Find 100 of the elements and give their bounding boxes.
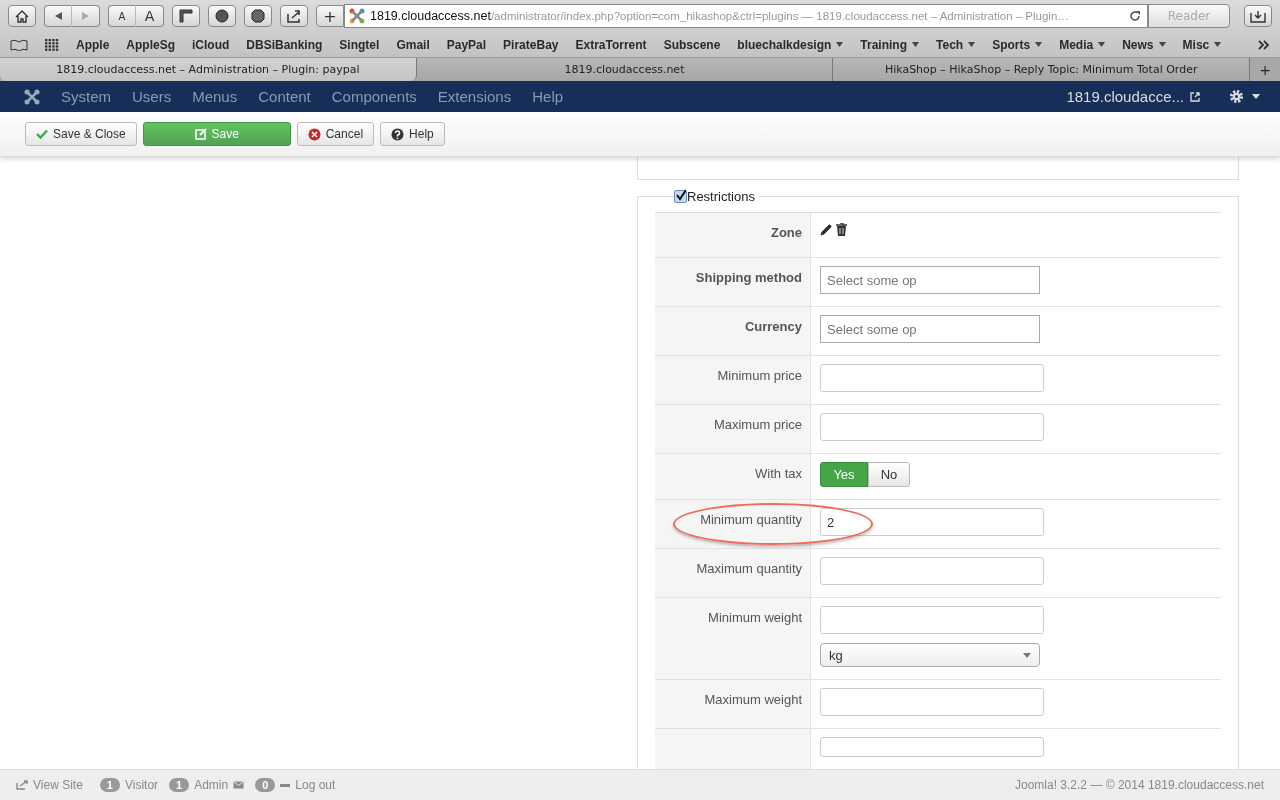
text-bigger-button[interactable]: A bbox=[136, 5, 164, 27]
hand-button[interactable] bbox=[244, 5, 272, 27]
field-label: Maximum weight bbox=[704, 692, 802, 707]
sidebar-button[interactable] bbox=[172, 5, 200, 27]
caret-icon bbox=[1035, 42, 1043, 47]
circle-button[interactable] bbox=[208, 5, 236, 27]
version-text: Joomla! 3.2.2 — © 2014 1819.cloudaccess.net bbox=[1015, 778, 1264, 792]
unit-dropdown[interactable]: kg bbox=[820, 643, 1040, 667]
external-link-icon bbox=[1190, 91, 1200, 102]
input-field[interactable] bbox=[820, 606, 1044, 634]
bookmark-item[interactable]: AppleSg bbox=[126, 37, 175, 52]
toggle-option[interactable]: No bbox=[868, 462, 910, 487]
back-icon bbox=[53, 11, 63, 21]
bookmark-item[interactable]: Media bbox=[1059, 37, 1106, 52]
home-icon bbox=[15, 9, 29, 23]
menu-item[interactable]: Components bbox=[331, 88, 417, 105]
menu-item[interactable]: Help bbox=[532, 88, 564, 105]
bookmark-item[interactable]: PayPal bbox=[446, 37, 487, 52]
bookmark-item[interactable]: DBSiBanking bbox=[246, 37, 323, 52]
help-button[interactable]: Help bbox=[380, 122, 445, 146]
browser-tab[interactable]: 1819.cloudaccess.net – Administration – Plugin: paypal bbox=[0, 58, 417, 81]
caret-icon bbox=[1214, 42, 1222, 47]
count-badge: 1 bbox=[169, 778, 190, 792]
bookmark-item[interactable]: Tech bbox=[936, 37, 976, 52]
bookmark-item[interactable]: Training bbox=[860, 37, 920, 52]
book-icon[interactable] bbox=[10, 38, 28, 51]
reload-icon[interactable] bbox=[1129, 10, 1141, 22]
bookmark-item[interactable]: iCloud bbox=[192, 37, 230, 52]
fieldset-legend: Restrictions bbox=[687, 189, 755, 204]
bookmark-item[interactable]: ExtraTorrent bbox=[575, 37, 647, 52]
downloads-button[interactable] bbox=[1244, 5, 1272, 27]
bookmark-item[interactable]: Singtel bbox=[339, 37, 380, 52]
menu-item[interactable]: Extensions bbox=[437, 88, 512, 105]
menu-item[interactable]: Menus bbox=[192, 88, 238, 105]
share-button[interactable] bbox=[280, 5, 308, 27]
field-label: Maximum price bbox=[713, 417, 802, 432]
input-field[interactable] bbox=[820, 413, 1044, 441]
site-link[interactable]: 1819.cloudacce... bbox=[1066, 88, 1184, 105]
field-label: Minimum weight bbox=[708, 610, 802, 625]
field-label: Maximum quantity bbox=[696, 561, 802, 576]
caret-icon[interactable] bbox=[1252, 94, 1260, 99]
field-label: With tax bbox=[755, 466, 802, 481]
select-field[interactable]: Select some op bbox=[820, 315, 1040, 343]
menu-item[interactable]: Users bbox=[132, 88, 172, 105]
forward-icon bbox=[81, 11, 90, 21]
pencil-icon[interactable] bbox=[820, 223, 833, 236]
bookmark-item[interactable]: Apple bbox=[76, 37, 110, 52]
bookmark-item[interactable]: Misc bbox=[1182, 37, 1222, 52]
input-field[interactable] bbox=[820, 557, 1044, 585]
add-bookmark-button[interactable]: + bbox=[316, 5, 344, 27]
menu-item[interactable]: System bbox=[61, 88, 111, 105]
menu-item[interactable]: Content bbox=[258, 88, 311, 105]
joomla-icon[interactable] bbox=[24, 88, 40, 105]
visitor-label: Visitor bbox=[124, 778, 159, 792]
bookmark-item[interactable]: Sports bbox=[992, 37, 1043, 52]
browser-tab[interactable]: HikaShop – HikaShop – Reply Topic: Minimum Total Order bbox=[833, 58, 1250, 81]
forward-button[interactable] bbox=[72, 5, 100, 27]
trash-icon[interactable] bbox=[836, 223, 847, 236]
minus-icon bbox=[280, 783, 291, 787]
select-field[interactable]: Select some op bbox=[820, 266, 1040, 294]
field-label: Shipping method bbox=[695, 270, 802, 285]
field-label: Currency bbox=[744, 319, 802, 334]
home-button[interactable] bbox=[8, 5, 36, 27]
count-badge: 0 bbox=[255, 778, 276, 792]
caret-icon bbox=[912, 42, 920, 47]
download-icon bbox=[1250, 9, 1266, 23]
input-field[interactable] bbox=[820, 688, 1044, 716]
browser-tab[interactable]: 1819.cloudaccess.net bbox=[416, 58, 834, 81]
back-button[interactable] bbox=[44, 5, 72, 27]
check-icon bbox=[36, 129, 48, 139]
count-badge: 1 bbox=[99, 778, 120, 792]
input-field[interactable] bbox=[820, 364, 1044, 392]
bookmark-item[interactable]: News bbox=[1122, 37, 1166, 52]
circle-icon bbox=[215, 9, 229, 23]
address-field[interactable]: 1819.cloudaccess.net/administrator/index.php?option=com_hikashop&ctrl=plugins — 1819.cloudaccess.net – Administration – Plugin… bbox=[344, 4, 1148, 28]
bookmark-item[interactable]: PirateBay bbox=[503, 37, 559, 52]
caret-icon bbox=[1023, 652, 1031, 658]
admin-label: Admin bbox=[194, 778, 229, 792]
chevrons-icon[interactable] bbox=[1258, 39, 1270, 50]
joomla-icon bbox=[349, 8, 365, 24]
bookmark-item[interactable]: Gmail bbox=[396, 37, 430, 52]
cancel-button[interactable]: Cancel bbox=[296, 122, 375, 146]
bookmark-item[interactable]: bluechalkdesign bbox=[737, 37, 844, 52]
settings-icon[interactable] bbox=[1229, 89, 1244, 104]
bookmark-item[interactable]: Subscene bbox=[663, 37, 721, 52]
edit-icon bbox=[194, 128, 207, 140]
cancel-icon bbox=[307, 127, 321, 141]
view-site-icon bbox=[16, 780, 28, 790]
grid-icon[interactable] bbox=[45, 38, 59, 51]
caret-icon bbox=[1158, 42, 1166, 47]
save-close-button[interactable]: Save & Close bbox=[25, 122, 137, 146]
caret-icon bbox=[1098, 42, 1106, 47]
share-icon bbox=[286, 9, 302, 23]
text-smaller-button[interactable]: A bbox=[108, 5, 136, 27]
checkbox[interactable] bbox=[674, 190, 687, 203]
new-tab-button[interactable]: + bbox=[1250, 58, 1280, 81]
field-label: Minimum price bbox=[717, 368, 802, 383]
caret-icon bbox=[968, 42, 976, 47]
input-field[interactable] bbox=[820, 737, 1044, 757]
input-field[interactable]: 2 bbox=[820, 508, 1044, 536]
